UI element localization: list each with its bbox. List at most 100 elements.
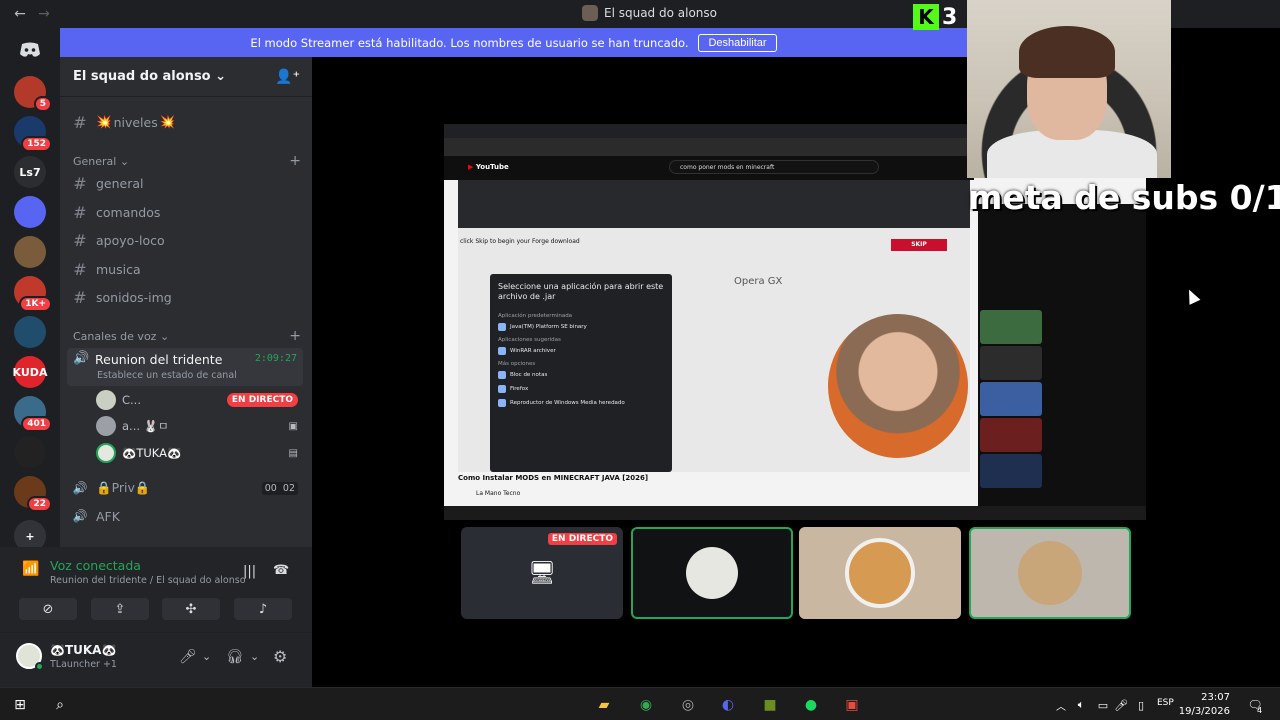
hash-icon: # bbox=[73, 173, 87, 193]
banner-text: El modo Streamer está habilitado. Los no… bbox=[250, 35, 689, 50]
channel-general[interactable]: # general bbox=[68, 170, 304, 196]
battery-icon[interactable]: ▯ bbox=[1130, 694, 1152, 716]
discord-home-icon[interactable] bbox=[14, 34, 46, 66]
server-label: + bbox=[25, 529, 35, 543]
hash-icon: # bbox=[73, 112, 87, 132]
kick-badge: K 3 bbox=[913, 4, 957, 30]
disconnect-icon[interactable]: ☎ bbox=[273, 563, 289, 578]
disable-streamer-button[interactable]: Deshabilitar bbox=[698, 33, 777, 52]
headphones-icon[interactable]: 🎧︎ bbox=[226, 649, 244, 665]
invite-icon[interactable]: 👤⁺ bbox=[275, 69, 300, 85]
user-activity: TLauncher +1 bbox=[50, 659, 117, 670]
voice-user[interactable]: 🐼TUKA🐼 ▤ bbox=[96, 442, 302, 464]
windows-start-icon[interactable]: ⊞ bbox=[9, 694, 31, 716]
share-screen-icon: ⇪ bbox=[114, 601, 126, 617]
subs-goal-text: meta de subs 0/10 bbox=[968, 178, 1280, 217]
add-channel-icon[interactable]: + bbox=[289, 153, 301, 169]
soundboard-button[interactable]: ♪ bbox=[234, 598, 292, 620]
channel-label: apoyo-loco bbox=[96, 232, 165, 248]
system-clock[interactable]: 23:07 19/3/2026 bbox=[1179, 691, 1230, 719]
participant-tile[interactable] bbox=[631, 527, 793, 619]
server-icon[interactable] bbox=[14, 436, 46, 468]
chevron-down-icon[interactable]: ⌄ bbox=[250, 650, 259, 663]
category-general[interactable]: General ⌄ + bbox=[73, 153, 301, 169]
discord-icon[interactable]: ◐ bbox=[717, 694, 739, 716]
share-screen-button[interactable]: ⇪ bbox=[91, 598, 149, 620]
microphone-icon[interactable]: 🎤︎ bbox=[179, 649, 197, 665]
voice-location[interactable]: Reunion del tridente / El squad do alons… bbox=[50, 575, 246, 586]
channel-apoyo-loco[interactable]: # apoyo-loco bbox=[68, 227, 304, 253]
noise-suppression-icon[interactable]: ||| bbox=[243, 564, 256, 579]
channel-label: sonidos-img bbox=[96, 289, 172, 305]
voice-user-name: C... bbox=[122, 393, 141, 407]
server-icon[interactable]: 22 bbox=[14, 476, 52, 512]
channel-comandos[interactable]: # comandos bbox=[68, 199, 304, 225]
dialog-option: Bloc de notas bbox=[498, 370, 664, 379]
dialog-title: Seleccione una aplicación para abrir est… bbox=[498, 282, 664, 302]
dialog-option: Firefox bbox=[498, 384, 664, 393]
notification-count: 4 bbox=[1257, 706, 1263, 715]
activities-icon: ✣ bbox=[185, 601, 197, 617]
camera-preview-icon: ▤ bbox=[288, 447, 298, 459]
user-panel: 🐼TUKA🐼 TLauncher +1 🎤︎ ⌄ 🎧︎ ⌄ ⚙ bbox=[0, 633, 312, 687]
server-icon[interactable]: Ls7 bbox=[14, 156, 46, 188]
server-icon[interactable] bbox=[14, 316, 46, 348]
chrome-icon[interactable]: ◉ bbox=[635, 694, 657, 716]
chevron-up-icon[interactable]: ︿ bbox=[1050, 694, 1072, 716]
username[interactable]: 🐼TUKA🐼 bbox=[50, 643, 116, 657]
server-icon[interactable]: 5 bbox=[14, 76, 52, 112]
server-icon[interactable]: KUDA bbox=[13, 356, 47, 388]
hash-icon: # bbox=[73, 287, 87, 307]
participant-tile[interactable]: 🖥︎ EN DIRECTO bbox=[461, 527, 623, 619]
voice-user[interactable]: C... EN DIRECTO bbox=[96, 389, 302, 411]
youtube-search: como poner mods en minecraft bbox=[669, 160, 879, 174]
server-icon[interactable]: 152 bbox=[14, 116, 52, 152]
app-icon[interactable]: ◎ bbox=[677, 694, 699, 716]
thumbnail bbox=[980, 418, 1042, 452]
channel-musica[interactable]: # musica bbox=[68, 256, 304, 282]
video-title: Como Instalar MODS en MINECRAFT JAVA [20… bbox=[458, 474, 649, 482]
back-arrow-icon[interactable]: ← bbox=[10, 6, 30, 22]
voice-channel-afk[interactable]: 🔊 AFK bbox=[68, 503, 304, 529]
facecam-circle bbox=[828, 314, 968, 458]
camera-off-icon: ⊘ bbox=[42, 601, 54, 617]
server-icon[interactable] bbox=[14, 236, 46, 268]
chevron-down-icon[interactable]: ⌄ bbox=[202, 650, 211, 663]
opera-gx-logo: Opera GX bbox=[734, 276, 783, 287]
channel-sonidos-img[interactable]: # sonidos-img bbox=[68, 284, 304, 310]
category-voice[interactable]: Canales de voz ⌄ + bbox=[73, 328, 301, 344]
notification-icon[interactable]: 🗨︎ bbox=[1244, 694, 1266, 716]
streamer-mode-banner: El modo Streamer está habilitado. Los no… bbox=[60, 28, 967, 57]
chevron-down-icon: ⌄ bbox=[215, 69, 227, 84]
hash-icon: # bbox=[73, 230, 87, 250]
file-explorer-icon[interactable]: ▰ bbox=[593, 694, 615, 716]
language-indicator[interactable]: ESP bbox=[1157, 698, 1174, 708]
speaker-icon: 🔊 bbox=[72, 481, 88, 495]
search-icon[interactable]: ⌕ bbox=[49, 694, 71, 716]
minecraft-icon[interactable]: ■ bbox=[759, 694, 781, 716]
voice-channel-active[interactable]: 🔊 Reunion del tridente 2:09:27 Establece… bbox=[67, 348, 303, 386]
server-icon[interactable]: 401 bbox=[14, 396, 52, 432]
server-icon[interactable] bbox=[14, 196, 46, 228]
participant-tile[interactable] bbox=[969, 527, 1131, 619]
channel-sidebar: El squad do alonso ⌄ 👤⁺ # 💥 niveles 💥 Ge… bbox=[60, 57, 312, 547]
voice-channel-status[interactable]: Establece un estado de canal bbox=[97, 370, 237, 381]
voice-status[interactable]: Voz conectada bbox=[50, 558, 141, 573]
microphone-icon[interactable]: 🎤︎ bbox=[1110, 694, 1132, 716]
server-icon[interactable]: 1K+ bbox=[14, 276, 52, 312]
add-channel-icon[interactable]: + bbox=[289, 328, 301, 344]
channel-niveles[interactable]: # 💥 niveles 💥 bbox=[68, 109, 304, 135]
camera-off-button[interactable]: ⊘ bbox=[19, 598, 77, 620]
youtube-logo: ▶ YouTube bbox=[468, 163, 509, 171]
settings-gear-icon[interactable]: ⚙ bbox=[273, 647, 287, 666]
skip-button: SKIP bbox=[891, 239, 947, 251]
forward-arrow-icon[interactable]: → bbox=[34, 6, 54, 22]
voice-user[interactable]: a... 🐰ㅁ ▣ bbox=[96, 415, 302, 437]
spotify-icon[interactable]: ● bbox=[800, 694, 822, 716]
participant-tile[interactable] bbox=[799, 527, 961, 619]
guild-header[interactable]: El squad do alonso ⌄ 👤⁺ bbox=[60, 57, 312, 97]
activities-button[interactable]: ✣ bbox=[162, 598, 220, 620]
voice-channel-priv[interactable]: 🔊 🔒Priv🔒 00 02 bbox=[68, 475, 304, 501]
volume-icon[interactable]: 🔈︎ bbox=[1070, 694, 1092, 716]
recording-app-icon[interactable]: ▣ bbox=[841, 694, 863, 716]
